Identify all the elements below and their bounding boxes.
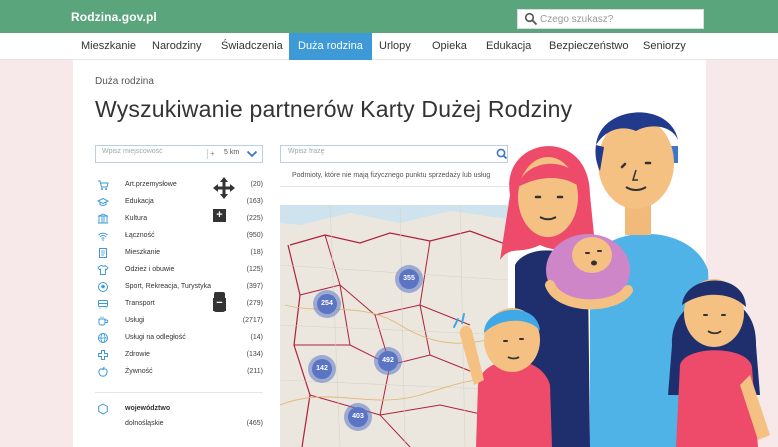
category-count: (225) [246, 215, 263, 222]
category-label: Mieszkanie [125, 249, 161, 256]
cluster-count: 355 [399, 269, 419, 289]
cart-icon [98, 180, 109, 190]
category-item[interactable]: Art.przemysłowe (20) [95, 179, 263, 193]
theater-icon [98, 213, 108, 224]
zoom-out-button[interactable]: − [213, 298, 226, 311]
map-cluster[interactable]: 142 [308, 355, 336, 383]
category-label: Żywność [125, 368, 153, 375]
location-filter[interactable]: + 5 km [95, 145, 263, 163]
globe-icon [98, 333, 108, 343]
category-label: Transport [125, 300, 155, 307]
category-item[interactable]: Odzież i obuwie (125) [95, 264, 263, 278]
cluster-count: 142 [312, 359, 332, 379]
map-pan-control[interactable] [212, 176, 236, 200]
location-divider [207, 149, 208, 159]
main-nav: Mieszkanie Narodziny Świadczenia Duża ro… [0, 33, 778, 60]
category-label: Łączność [125, 232, 155, 239]
category-count: (2717) [242, 317, 263, 324]
category-count: (18) [250, 249, 263, 256]
cluster-count: 492 [378, 351, 398, 371]
category-label: Edukacja [125, 198, 154, 205]
nav-edukacja[interactable]: Edukacja [477, 33, 540, 60]
category-count: (134) [246, 351, 263, 358]
breadcrumb[interactable]: Duża rodzina [95, 76, 154, 87]
plus-sign: + [210, 149, 215, 158]
voivodeship-header[interactable]: województwo [95, 403, 263, 417]
category-count: (279) [246, 300, 263, 307]
category-item[interactable]: Sport, Rekreacja, Turystyka (397) [95, 281, 263, 295]
category-count: (20) [250, 181, 263, 188]
category-item[interactable]: Usługi na odległość (14) [95, 332, 263, 346]
category-count: (211) [247, 368, 263, 375]
category-count: (14) [250, 334, 263, 341]
document-icon [99, 248, 107, 258]
ball-icon [98, 282, 108, 292]
nav-seniorzy[interactable]: Seniorzy [634, 33, 695, 60]
category-item[interactable]: Edukacja (163) [95, 196, 263, 210]
region-item[interactable]: dolnośląskie (465) [95, 418, 263, 432]
nav-narodziny[interactable]: Narodziny [143, 33, 211, 60]
map-cluster[interactable]: 492 [374, 347, 402, 375]
nav-urlopy[interactable]: Urlopy [370, 33, 420, 60]
category-item[interactable]: Usługi (2717) [95, 315, 263, 329]
map-cluster[interactable]: 355 [395, 265, 423, 293]
site-search[interactable] [517, 9, 704, 29]
nav-swiadczenia[interactable]: Świadczenia [212, 33, 292, 60]
category-divider [95, 392, 263, 393]
region-count: (465) [246, 420, 263, 427]
category-item[interactable]: Zdrowie (134) [95, 349, 263, 363]
voivodeship-label: województwo [125, 405, 171, 412]
site-logo[interactable]: Rodzina.gov.pl [71, 10, 157, 24]
top-bar: Rodzina.gov.pl [0, 0, 778, 33]
category-label: Odzież i obuwie [125, 266, 175, 273]
category-item[interactable]: Żywność (211) [95, 366, 263, 380]
car-icon [98, 300, 108, 309]
category-label: Kultura [125, 215, 148, 222]
nav-mieszkanie[interactable]: Mieszkanie [72, 33, 145, 60]
hexagon-icon [98, 403, 108, 415]
cross-icon [98, 350, 108, 360]
chevron-down-icon[interactable] [246, 149, 258, 159]
cluster-count: 403 [348, 407, 368, 427]
category-label: Zdrowie [125, 351, 150, 358]
map-cluster[interactable]: 254 [313, 290, 341, 318]
category-count: (397) [246, 283, 263, 290]
family-illustration [453, 112, 770, 447]
wifi-icon [98, 232, 108, 241]
site-search-input[interactable] [540, 11, 700, 27]
region-label: dolnośląskie [125, 420, 164, 427]
nav-bezpieczenstwo[interactable]: Bezpieczeństwo [540, 33, 638, 60]
graduation-cap-icon [97, 197, 109, 206]
cup-icon [98, 316, 109, 326]
map-cluster[interactable]: 403 [344, 403, 372, 431]
category-label: Art.przemysłowe [125, 181, 177, 188]
shirt-icon [97, 264, 109, 275]
category-count: (950) [246, 232, 263, 239]
zoom-in-button[interactable]: + [213, 209, 226, 222]
category-item[interactable]: Transport (279) [95, 298, 263, 312]
category-count: (163) [246, 198, 263, 205]
category-label: Usługi na odległość [125, 334, 186, 341]
cluster-count: 254 [317, 294, 337, 314]
distance-select[interactable]: 5 km [224, 149, 239, 156]
category-label: Sport, Rekreacja, Turystyka [125, 283, 211, 290]
category-item[interactable]: Łączność (950) [95, 230, 263, 244]
search-icon [524, 12, 538, 26]
apple-icon [98, 366, 108, 377]
category-item[interactable]: Mieszkanie (18) [95, 247, 263, 261]
category-count: (125) [246, 266, 263, 273]
category-item[interactable]: Kultura (225) [95, 213, 263, 227]
nav-duza-rodzina[interactable]: Duża rodzina [289, 33, 372, 60]
category-label: Usługi [125, 317, 145, 324]
location-input[interactable] [102, 148, 207, 155]
nav-opieka[interactable]: Opieka [423, 33, 476, 60]
